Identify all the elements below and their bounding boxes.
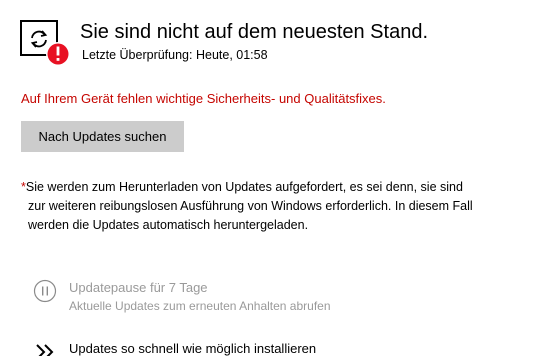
note-line-3: werden die Updates automatisch herunterg…	[28, 218, 309, 232]
error-badge-icon	[46, 42, 70, 66]
install-asap-title: Updates so schnell wie möglich installie…	[69, 341, 317, 356]
sync-icon	[20, 20, 70, 66]
note-line-1: *Sie werden zum Herunterladen von Update…	[21, 178, 531, 197]
pause-icon	[33, 279, 57, 303]
windows-update-page: Sie sind nicht auf dem neuesten Stand. L…	[0, 0, 538, 356]
note-line-1-text: Sie werden zum Herunterladen von Updates…	[25, 180, 463, 194]
missing-fixes-warning: Auf Ihrem Gerät fehlen wichtige Sicherhe…	[21, 91, 386, 106]
page-title: Sie sind nicht auf dem neuesten Stand.	[80, 21, 429, 43]
download-note: *Sie werden zum Herunterladen von Update…	[21, 178, 531, 235]
pause-updates-subtitle: Aktuelle Updates zum erneuten Anhalten a…	[69, 299, 331, 313]
check-for-updates-button[interactable]: Nach Updates suchen	[21, 121, 184, 152]
pause-updates-option: Updatepause für 7 Tage Aktuelle Updates …	[33, 279, 331, 314]
fast-forward-icon	[36, 344, 54, 356]
pause-updates-title: Updatepause für 7 Tage	[69, 280, 208, 295]
note-line-2: zur weiteren reibungslosen Ausführung vo…	[28, 199, 473, 213]
install-asap-option[interactable]: Updates so schnell wie möglich installie…	[33, 340, 316, 356]
last-check-text: Letzte Überprüfung: Heute, 01:58	[82, 48, 268, 62]
